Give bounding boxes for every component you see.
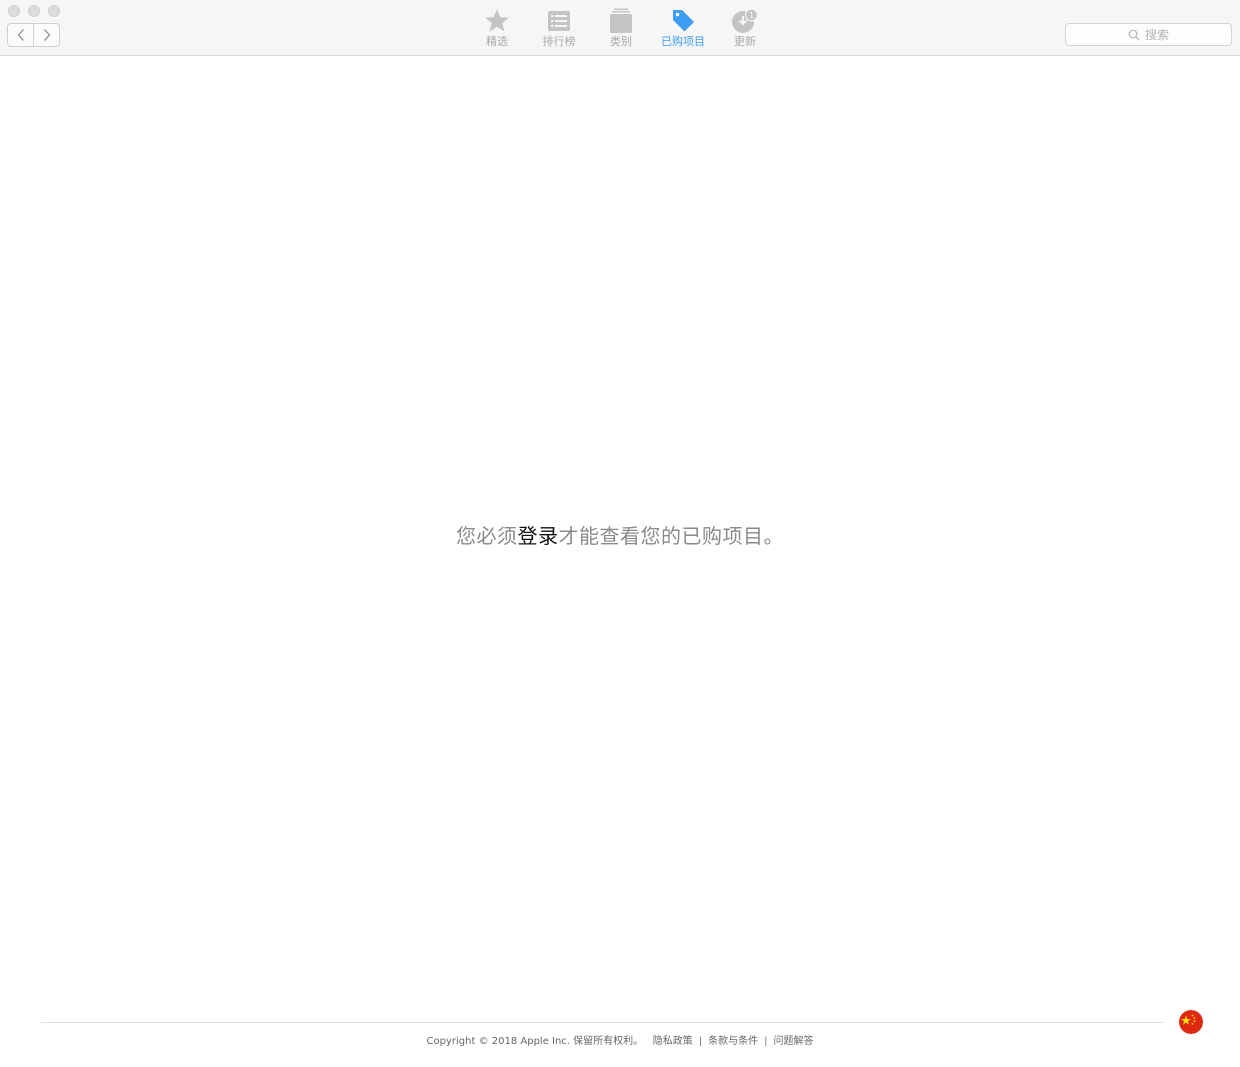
- tab-updates[interactable]: 1 更新: [714, 7, 776, 51]
- tab-featured[interactable]: 精选: [466, 7, 528, 51]
- tab-featured-label: 精选: [486, 35, 508, 48]
- list-icon: [548, 11, 570, 31]
- login-link[interactable]: 登录: [518, 524, 559, 548]
- update-icon: 1: [732, 8, 758, 33]
- faq-link[interactable]: 问题解答: [773, 1036, 813, 1047]
- tab-categories[interactable]: 类别: [590, 7, 652, 51]
- terms-link[interactable]: 条款与条件: [708, 1036, 758, 1047]
- sign-in-message: 您必须登录才能查看您的已购项目。: [0, 520, 1240, 549]
- forward-button[interactable]: [33, 24, 59, 46]
- chevron-left-icon: [17, 29, 24, 41]
- back-button[interactable]: [8, 24, 33, 46]
- zoom-window-button[interactable]: [48, 5, 60, 17]
- country-flag-button[interactable]: [1179, 1010, 1203, 1034]
- search-icon: [1128, 29, 1140, 40]
- china-flag-icon: [1179, 1010, 1203, 1034]
- star-icon: [485, 9, 509, 32]
- tab-top-charts[interactable]: 排行榜: [528, 7, 590, 51]
- chevron-right-icon: [43, 29, 50, 41]
- message-before: 您必须: [456, 524, 518, 548]
- footer-divider: [41, 1022, 1164, 1023]
- tag-icon: [673, 10, 694, 32]
- stack-icon: [610, 8, 632, 33]
- tab-purchased-label: 已购项目: [661, 35, 705, 48]
- footer-separator: |: [698, 1036, 703, 1047]
- copyright-text: Copyright © 2018 Apple Inc. 保留所有权利。: [426, 1036, 644, 1047]
- history-navigation: [7, 23, 60, 47]
- window-controls: [8, 5, 60, 17]
- search-placeholder: 搜索: [1144, 28, 1169, 42]
- search-field[interactable]: 搜索: [1065, 23, 1232, 46]
- footer: Copyright © 2018 Apple Inc. 保留所有权利。 隐私政策…: [0, 1032, 1240, 1047]
- tab-categories-label: 类别: [610, 35, 632, 48]
- minimize-window-button[interactable]: [28, 5, 40, 17]
- app-window: 精选 排行榜 类别 已购项目 1 更新 搜索 您必须登录才能查看您的已购项目。 …: [0, 0, 1240, 1067]
- tab-top-charts-label: 排行榜: [542, 35, 576, 48]
- close-window-button[interactable]: [8, 5, 20, 17]
- message-after: 才能查看您的已购项目。: [558, 524, 784, 548]
- toolbar: 精选 排行榜 类别 已购项目 1 更新 搜索: [0, 0, 1240, 56]
- footer-separator: |: [764, 1036, 768, 1047]
- tab-purchased[interactable]: 已购项目: [652, 7, 714, 51]
- main-tabs: 精选 排行榜 类别 已购项目 1 更新: [466, 7, 776, 51]
- tab-updates-label: 更新: [734, 35, 756, 48]
- update-badge-count: 1: [749, 11, 754, 20]
- privacy-policy-link[interactable]: 隐私政策: [653, 1036, 693, 1047]
